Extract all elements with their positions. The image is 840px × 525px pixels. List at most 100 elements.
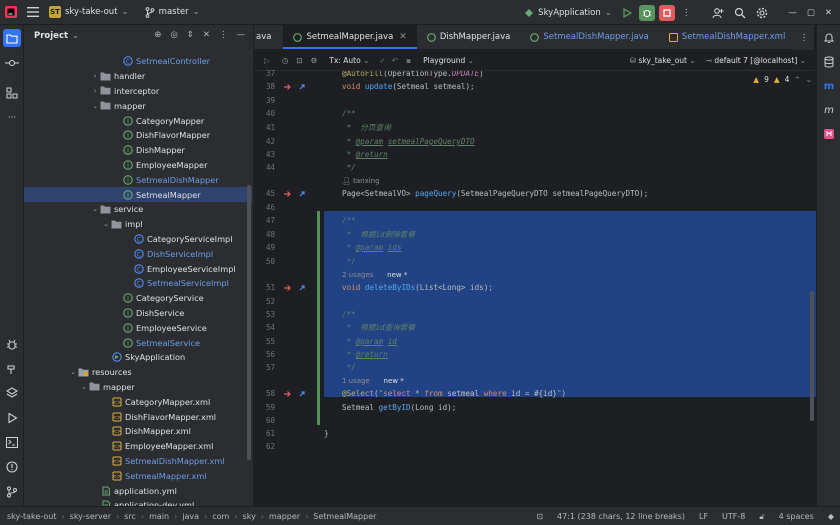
editor-tab[interactable]: ava	[254, 25, 283, 49]
mybatis-arrow-icon[interactable]	[283, 390, 292, 401]
indent-setting[interactable]: 4 spaces	[779, 512, 814, 521]
chevron-down-icon[interactable]: ⌄	[90, 102, 100, 110]
hide-panel-icon[interactable]: —	[237, 30, 246, 40]
playground-selector[interactable]: Playground ⌄	[423, 56, 474, 65]
tree-item[interactable]: I CategoryMapper	[24, 113, 252, 128]
tx-mode-selector[interactable]: Tx: Auto ⌄	[329, 56, 369, 65]
more-actions-icon[interactable]: ⋮	[677, 0, 696, 25]
project-panel-title[interactable]: Project	[34, 31, 68, 41]
breadcrumb-item[interactable]: com	[209, 512, 232, 521]
maximize-icon[interactable]: ▢	[802, 0, 820, 25]
mybatis-arrow-icon[interactable]	[283, 190, 292, 201]
implementation-marker-icon[interactable]	[299, 390, 308, 401]
more-options-icon[interactable]: ⋮	[219, 30, 228, 40]
commit-tool-button[interactable]	[3, 54, 21, 72]
more-tools-icon[interactable]: ···	[3, 109, 21, 127]
file-encoding[interactable]: UTF-8	[722, 512, 745, 521]
breadcrumb-item[interactable]: mapper	[266, 512, 303, 521]
tree-item[interactable]: SkyApplication	[24, 350, 252, 365]
notifications-tool-button[interactable]	[820, 29, 838, 47]
tree-item[interactable]: › handler	[24, 69, 252, 84]
explain-icon[interactable]: ⊡	[296, 56, 302, 65]
tree-item[interactable]: C DishServiceImpl	[24, 246, 252, 261]
tree-item[interactable]: I SetmealMapper	[24, 187, 252, 202]
tree-item[interactable]: C SetmealController	[24, 54, 252, 69]
lock-icon[interactable]: 🔓︎	[759, 512, 764, 522]
settings-gear-icon[interactable]	[751, 0, 773, 25]
implementation-marker-icon[interactable]	[299, 83, 308, 94]
caret-position[interactable]: 47:1 (238 chars, 12 line breaks)	[557, 512, 685, 521]
implementation-marker-icon[interactable]	[299, 190, 308, 201]
editor-scrollbar[interactable]	[810, 291, 814, 421]
expand-all-icon[interactable]: ✕	[203, 30, 210, 40]
editor-tab[interactable]: SetmealDishMapper.java	[520, 25, 659, 49]
tree-item[interactable]: C EmployeeServiceImpl	[24, 261, 252, 276]
mybatis-tool-button[interactable]: m	[820, 101, 838, 119]
breadcrumb-item[interactable]: sky-server	[67, 512, 114, 521]
editor-tab[interactable]: SetmealMapper.java ✕	[283, 25, 418, 49]
tree-item[interactable]: I CategoryService	[24, 291, 252, 306]
stop-button[interactable]	[658, 4, 675, 21]
tree-item[interactable]: <> SetmealMapper.xml	[24, 468, 252, 483]
tree-item[interactable]: ⌄ resources	[24, 365, 252, 380]
datasource-selector[interactable]: ⛁ sky_take_out ⌄	[630, 56, 696, 65]
tree-item[interactable]: › interceptor	[24, 84, 252, 99]
project-scrollbar[interactable]	[247, 185, 251, 460]
rerun-button[interactable]	[638, 4, 655, 21]
close-icon[interactable]: ✕	[820, 0, 840, 25]
tree-item[interactable]: I EmployeeMapper	[24, 158, 252, 173]
rollback-icon[interactable]: ↶	[392, 56, 398, 65]
git-tool-button[interactable]	[3, 483, 21, 501]
tree-item[interactable]: <> SetmealDishMapper.xml	[24, 454, 252, 469]
editor-tab[interactable]: DishMapper.java	[417, 25, 521, 49]
project-tool-button[interactable]	[3, 29, 21, 47]
inspection-widget[interactable]: ▲ 9 ▲ 4 ⌃ ⌄	[753, 75, 812, 84]
tree-item[interactable]: C SetmealServiceImpl	[24, 276, 252, 291]
project-switcher[interactable]: ST sky-take-out ⌄	[44, 0, 134, 25]
stop-query-icon[interactable]: ✓	[379, 56, 385, 65]
chevron-down-icon[interactable]: ⌄	[72, 31, 79, 41]
chevron-down-icon[interactable]: ⌄	[68, 368, 78, 376]
tree-item[interactable]: application-dev.yml	[24, 498, 252, 506]
breadcrumb-item[interactable]: java	[179, 512, 202, 521]
collapse-all-icon[interactable]: ⇕	[187, 30, 194, 40]
breadcrumb-item[interactable]: SetmealMapper	[310, 512, 379, 521]
database-tool-button-right[interactable]	[820, 53, 838, 71]
locate-file-icon[interactable]: ◎	[170, 30, 177, 40]
add-file-icon[interactable]: ⊕	[154, 30, 161, 40]
mybatis-arrow-icon[interactable]	[283, 284, 292, 295]
schema-selector[interactable]: ⊸ default 7 [@localhost] ⌄	[706, 56, 806, 65]
main-menu-icon[interactable]	[22, 0, 44, 25]
mybatis-arrow-icon[interactable]	[283, 83, 292, 94]
vcs-change-marker[interactable]	[317, 211, 320, 425]
breadcrumb-item[interactable]: main	[146, 512, 172, 521]
settings-icon[interactable]: ⚙	[311, 56, 318, 65]
breadcrumb-item[interactable]: src	[121, 512, 139, 521]
tree-item[interactable]: C CategoryServiceImpl	[24, 232, 252, 247]
tree-item[interactable]: I SetmealDishMapper	[24, 172, 252, 187]
tree-item[interactable]: <> DishFlavorMapper.xml	[24, 409, 252, 424]
chevron-down-icon[interactable]: ⌄	[79, 383, 89, 391]
services-tool-button[interactable]	[3, 336, 21, 354]
ai-assistant-tool-button[interactable]	[820, 125, 838, 143]
add-user-icon[interactable]	[707, 0, 729, 25]
vcs-branch-switcher[interactable]: master ⌄	[140, 0, 205, 25]
execute-icon[interactable]: ▷	[264, 56, 270, 65]
tree-item[interactable]: <> CategoryMapper.xml	[24, 394, 252, 409]
tree-item[interactable]: I DishMapper	[24, 143, 252, 158]
cancel-icon[interactable]: ▪	[406, 56, 411, 65]
database-tool-button[interactable]	[3, 384, 21, 402]
history-icon[interactable]: ◷	[282, 56, 289, 65]
line-separator[interactable]: LF	[699, 512, 708, 521]
structure-tool-button[interactable]	[3, 84, 21, 102]
tree-item[interactable]: I SetmealService	[24, 335, 252, 350]
chevron-right-icon[interactable]: ›	[90, 72, 100, 80]
run-button[interactable]	[619, 5, 635, 21]
tree-item[interactable]: application.yml	[24, 483, 252, 498]
code-editor[interactable]: @AutoFill(OperationType.UPDATE) void upda…	[324, 71, 816, 506]
problems-tool-button[interactable]	[3, 458, 21, 476]
build-tool-button[interactable]	[3, 360, 21, 378]
status-bar-sync-icon[interactable]: ⊡	[536, 512, 543, 521]
tree-item[interactable]: <> DishMapper.xml	[24, 424, 252, 439]
tree-item[interactable]: I EmployeeService	[24, 320, 252, 335]
